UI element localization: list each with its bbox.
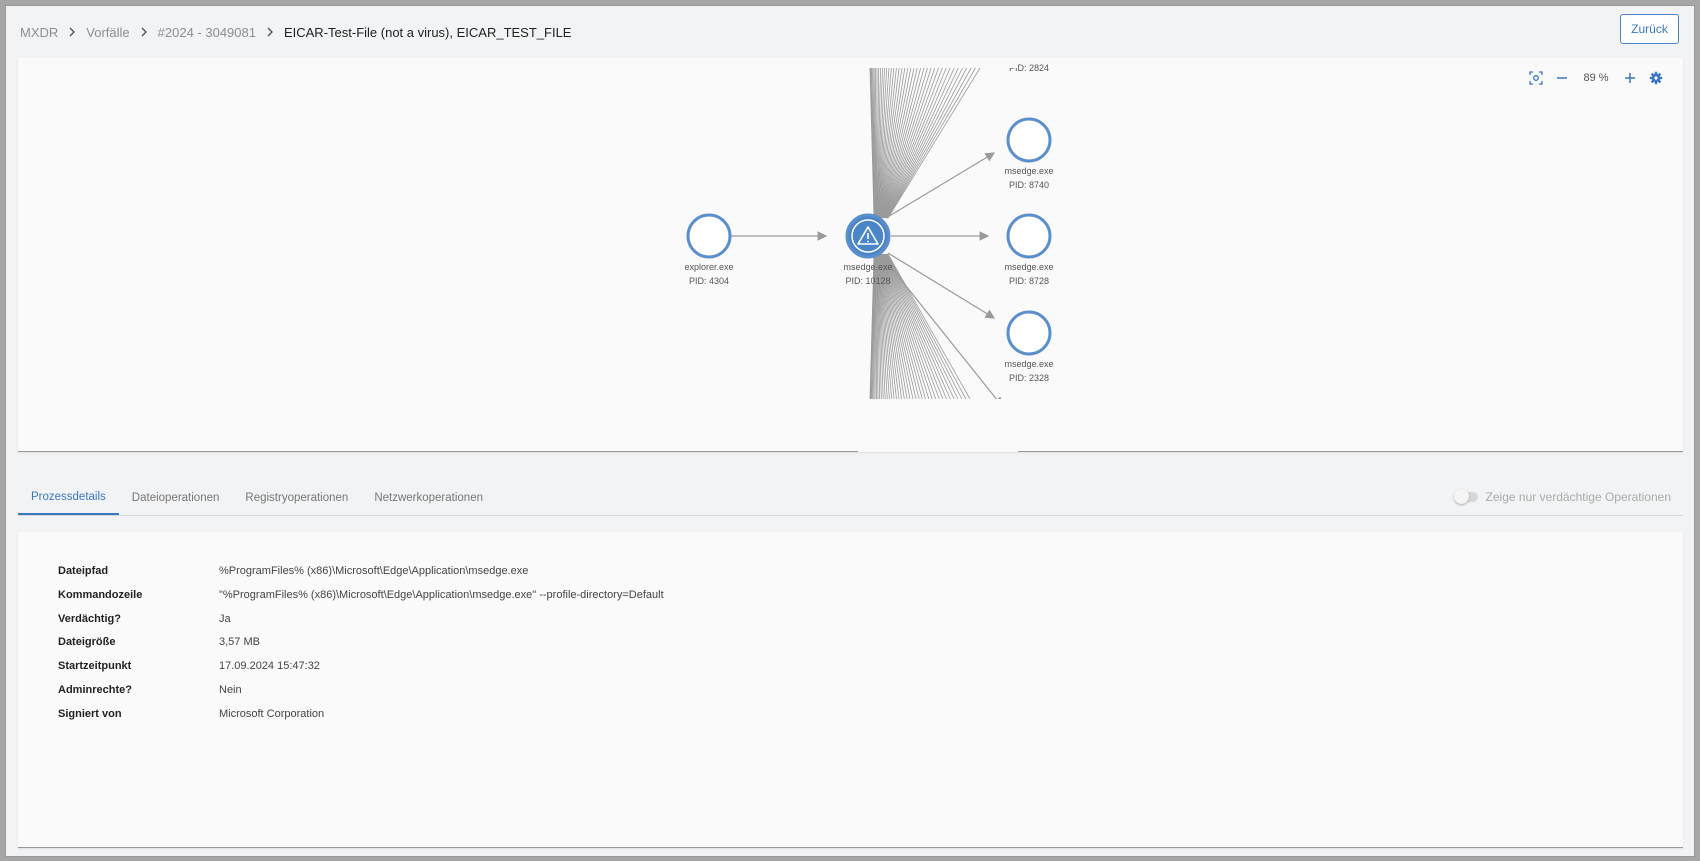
detail-key: Kommandozeile [58,589,143,601]
tab-dateioperationen[interactable]: Dateioperationen [119,480,233,515]
edge-line [886,253,955,400]
detail-key: Startzeitpunkt [58,660,132,672]
node-label: explorer.exe [684,262,733,272]
breadcrumb-item-vorfaelle[interactable]: Vorfälle [86,25,129,40]
node-pid: PID: 10128 [845,276,890,286]
edge-line [884,253,940,400]
detail-row: Dateigröße 3,57 MB [58,636,260,652]
breadcrumb: MXDR Vorfälle #2024 - 3049081 EICAR-Test… [6,6,1694,58]
node-label: msedge.exe [1004,262,1053,272]
breadcrumb-item-mxdr[interactable]: MXDR [20,25,58,40]
node-pid: PID: 8728 [1009,276,1049,286]
detail-row: Startzeitpunkt 17.09.2024 15:47:32 [58,660,320,676]
detail-value: 3,57 MB [219,636,260,648]
toggle-knob [1453,489,1469,504]
node-pid: PID: 2328 [1009,373,1049,383]
detail-value: Ja [219,613,231,625]
detail-value: "%ProgramFiles% (x86)\Microsoft\Edge\App… [219,589,664,601]
fit-screen-icon[interactable] [1523,69,1549,87]
detail-key: Verdächtig? [58,613,121,625]
detail-row: Verdächtig? Ja [58,613,231,629]
node-label: msedge.exe [1004,166,1053,176]
app-window: MXDR Vorfälle #2024 - 3049081 EICAR-Test… [5,5,1695,857]
page-title: EICAR-Test-File (not a virus), EICAR_TES… [283,24,572,40]
chevron-right-icon [256,27,284,37]
suspicious-only-toggle[interactable] [1453,489,1478,504]
zoom-out-icon[interactable] [1549,69,1575,87]
zoom-controls: 89 % [1523,69,1669,87]
process-details-panel: Dateipfad %ProgramFiles% (x86)\Microsoft… [18,532,1683,848]
detail-row: Adminrechte? Nein [58,684,242,700]
graph-top-mask [858,58,1018,68]
breadcrumb-item-incident[interactable]: #2024 - 3049081 [158,25,256,40]
chevron-right-icon [58,27,86,37]
detail-value: Microsoft Corporation [219,708,325,720]
detail-value: 17.09.2024 15:47:32 [219,660,320,672]
detail-row: Kommandozeile "%ProgramFiles% (x86)\Micr… [58,589,664,605]
detail-key: Dateipfad [58,565,109,577]
node-explorer[interactable]: explorer.exe PID: 4304 [684,213,734,286]
detail-key: Signiert von [58,708,122,720]
gear-icon[interactable] [1643,69,1669,87]
detail-value: %ProgramFiles% (x86)\Microsoft\Edge\Appl… [219,565,529,577]
node-msedge-selected[interactable]: msedge.exe PID: 10128 [843,213,893,286]
tab-netzwerkoperationen[interactable]: Netzwerkoperationen [361,480,496,515]
edge-line [887,253,971,400]
detail-value: Nein [219,684,242,696]
detail-row: Dateipfad %ProgramFiles% (x86)\Microsoft… [58,565,528,581]
node-msedge-8740[interactable]: msedge.exe PID: 8740 [1004,117,1054,190]
node-msedge-2328[interactable]: msedge.exe PID: 2328 [1004,310,1054,383]
detail-key: Adminrechte? [58,684,132,696]
node-label: msedge.exe [843,262,892,272]
toggle-label: Zeige nur verdächtige Operationen [1485,490,1671,504]
back-button[interactable]: Zurück [1620,14,1679,44]
detail-key: Dateigröße [58,636,116,648]
node-msedge-8728[interactable]: msedge.exe PID: 8728 [1004,213,1054,286]
process-graph[interactable]: explorer.exe PID: 4304 msedge.exe PID: 1… [18,58,1683,452]
zoom-level: 89 % [1583,72,1609,84]
node-pid: PID: 4304 [689,276,729,286]
tab-registryoperationen[interactable]: Registryoperationen [232,480,361,515]
detail-row: Signiert von Microsoft Corporation [58,708,324,724]
suspicious-filter: Zeige nur verdächtige Operationen [1453,489,1671,504]
chevron-right-icon [130,27,158,37]
tab-prozessdetails[interactable]: Prozessdetails [18,480,119,515]
node-label: msedge.exe [1004,359,1053,369]
process-graph-panel[interactable]: explorer.exe PID: 4304 msedge.exe PID: 1… [18,58,1683,452]
graph-bottom-mask [858,399,1018,452]
node-pid: PID: 8740 [1009,180,1049,190]
zoom-in-icon[interactable] [1617,69,1643,87]
tab-bar: Prozessdetails Dateioperationen Registry… [18,481,1683,516]
